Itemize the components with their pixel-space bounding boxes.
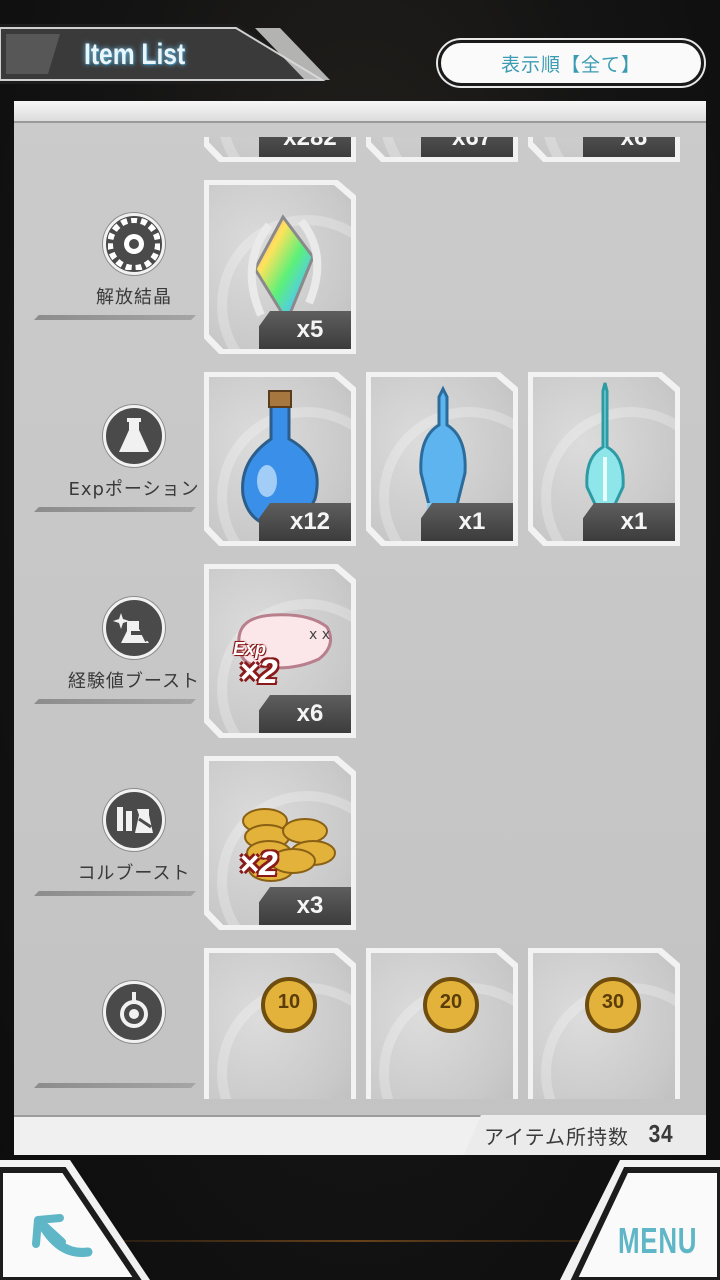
category-row: 10 20 30 <box>14 939 706 1099</box>
item-badge-multiplier: ×2 <box>239 845 278 883</box>
exp-boost-icon <box>103 597 165 659</box>
item-count-tab: アイテム所持数 34 <box>464 1115 706 1155</box>
back-button[interactable] <box>0 1160 150 1280</box>
item-card-rainbow-crystal-item[interactable]: x5 <box>204 180 356 354</box>
item-card-frame: x5 <box>209 185 351 349</box>
item-card-exp-potion-medium[interactable]: x1 <box>366 372 518 546</box>
item-card-frame: x x Exp ×2 x6 <box>209 569 351 733</box>
item-count-badge: x3 <box>259 887 351 925</box>
item-card-frame: 10 <box>209 953 351 1099</box>
item-count-badge: x282 <box>259 137 351 157</box>
item-card-frame: x1 <box>371 377 513 541</box>
item-count-badge: x6 <box>583 137 675 157</box>
medal-category-icon <box>103 981 165 1043</box>
item-count-bar: アイテム所持数 34 <box>14 1115 706 1155</box>
category-row: コルブースト ×2 x3 <box>14 747 706 939</box>
category-header: コルブースト <box>34 747 204 939</box>
item-card-exp-boost-x2-item[interactable]: x x Exp ×2 x6 <box>204 564 356 738</box>
category-underline <box>34 507 196 512</box>
item-count-badge: x12 <box>259 503 351 541</box>
item-card-cookie-bag-item[interactable]: x6 <box>528 137 680 162</box>
item-count-badge: x67 <box>421 137 513 157</box>
item-badge-multiplier: ×2 <box>239 653 278 691</box>
item-count-label: アイテム所持数 <box>484 1124 629 1149</box>
category-header: Expポーション <box>34 363 204 555</box>
item-card-frame: x12 <box>209 377 351 541</box>
item-card-frame: x67 <box>371 137 513 157</box>
item-card-cookie-item[interactable]: x282 <box>204 137 356 162</box>
category-underline <box>34 891 196 896</box>
item-card-frame: x1 <box>533 377 675 541</box>
item-scroll-area[interactable]: イベント結晶 x282 x67 x6 解放結晶 x5 Expポーション x12 x1 x1 経験値ブ… <box>14 137 706 1099</box>
category-header: イベント結晶 <box>34 137 204 171</box>
medal-number: 10 <box>277 991 301 1013</box>
menu-label: MENU <box>618 1220 698 1261</box>
category-row: イベント結晶 x282 x67 x6 <box>14 137 706 171</box>
release-crystal-icon <box>103 213 165 275</box>
medal-30-item-image <box>533 953 675 1099</box>
item-count-badge: x5 <box>259 311 351 349</box>
item-card-medal-30-item[interactable]: 30 <box>528 948 680 1099</box>
item-card-frame: 20 <box>371 953 513 1099</box>
category-underline <box>34 315 196 320</box>
item-card-exp-potion-small[interactable]: x12 <box>204 372 356 546</box>
item-card-frame: x282 <box>209 137 351 157</box>
category-row: Expポーション x12 x1 x1 <box>14 363 706 555</box>
category-header: 解放結晶 <box>34 171 204 363</box>
item-count-badge: x1 <box>421 503 513 541</box>
sort-order-button[interactable]: 表示順【全て】 <box>438 40 704 86</box>
item-panel: イベント結晶 x282 x67 x6 解放結晶 x5 Expポーション x12 x1 x1 経験値ブ… <box>14 101 706 1155</box>
category-row: 解放結晶 x5 <box>14 171 706 363</box>
item-card-col-boost-x2-item[interactable]: ×2 x3 <box>204 756 356 930</box>
item-count-badge: x1 <box>583 503 675 541</box>
item-card-frame: ×2 x3 <box>209 761 351 925</box>
svg-text:x x: x x <box>309 627 330 643</box>
category-row: 経験値ブースト x x Exp ×2 x6 <box>14 555 706 747</box>
item-card-exp-potion-large[interactable]: x1 <box>528 372 680 546</box>
medal-number: 20 <box>439 991 463 1013</box>
category-header <box>34 939 204 1099</box>
medal-number: 30 <box>601 991 625 1013</box>
item-card-medal-20-item[interactable]: 20 <box>366 948 518 1099</box>
medal-20-item-image <box>371 953 513 1099</box>
item-count-badge: x6 <box>259 695 351 733</box>
medal-10-item-image <box>209 953 351 1099</box>
page-title: Item List <box>84 38 186 71</box>
item-card-frame: x6 <box>533 137 675 157</box>
category-list: イベント結晶 x282 x67 x6 解放結晶 x5 Expポーション x12 x1 x1 経験値ブ… <box>14 137 706 1099</box>
category-underline <box>34 699 196 704</box>
item-count-value: 34 <box>648 1120 674 1150</box>
sort-order-label: 表示順【全て】 <box>500 53 641 76</box>
col-boost-icon <box>103 789 165 851</box>
item-list-screen: Item List 表示順【全て】 イベント結晶 x282 x67 x6 解放結晶 x5 E… <box>0 0 720 1280</box>
flask-icon <box>103 405 165 467</box>
item-card-cookie-stack-item[interactable]: x67 <box>366 137 518 162</box>
item-card-frame: 30 <box>533 953 675 1099</box>
item-card-medal-10-item[interactable]: 10 <box>204 948 356 1099</box>
panel-top-bar <box>14 101 706 123</box>
category-underline <box>34 1083 196 1088</box>
category-header: 経験値ブースト <box>34 555 204 747</box>
